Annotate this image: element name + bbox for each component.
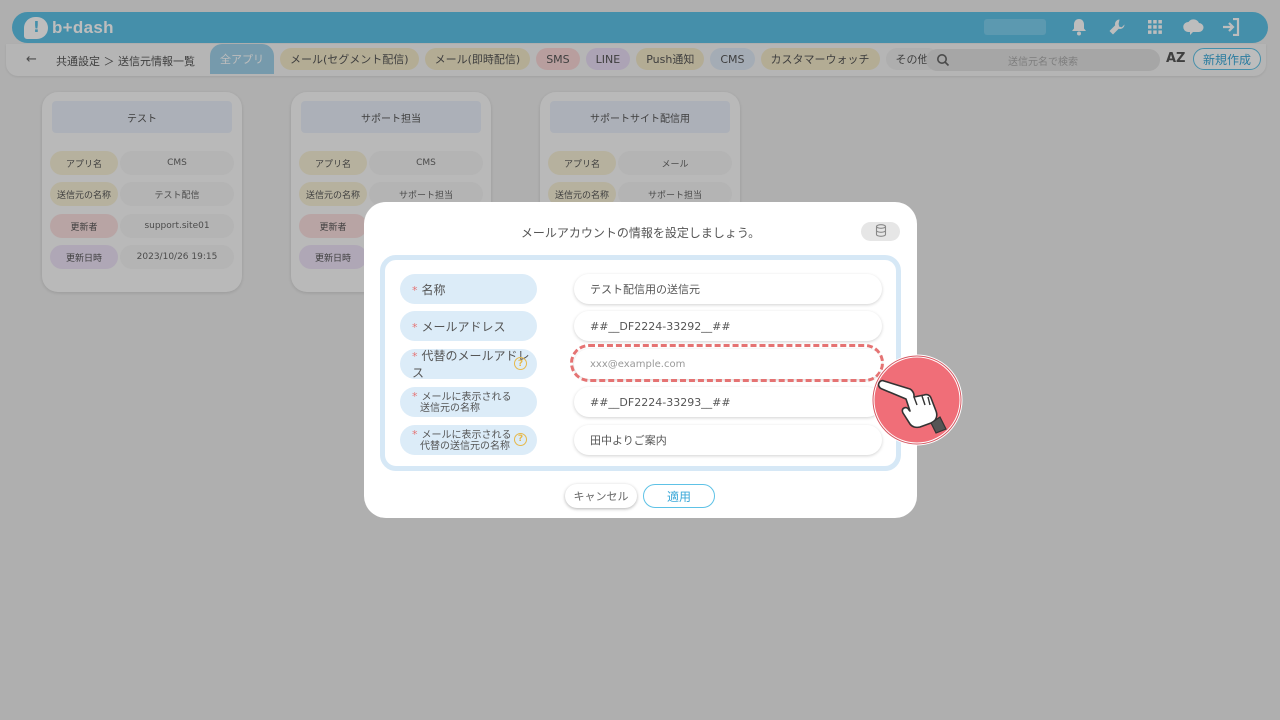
field-label: * メールに表示される 送信元の名称 — [400, 387, 537, 417]
field-label-text-line2: 代替の送信元の名称 — [420, 440, 510, 452]
field-label-text-line1: メールに表示される — [421, 429, 512, 441]
apply-button[interactable]: 適用 — [643, 484, 715, 508]
form-row-name: * 名称 テスト配信用の送信元 — [400, 274, 900, 304]
alt-display-name-field[interactable]: 田中よりご案内 — [574, 425, 882, 455]
name-field[interactable]: テスト配信用の送信元 — [574, 274, 882, 304]
field-label: * メールに表示される 代替の送信元の名称 ? — [400, 425, 537, 455]
form-row-display-name: * メールに表示される 送信元の名称 ##__DF2224-33293__## — [400, 387, 900, 417]
email-field[interactable]: ##__DF2224-33292__## — [574, 311, 882, 341]
cancel-button[interactable]: キャンセル — [565, 484, 637, 508]
required-mark: * — [412, 427, 418, 441]
field-label-text: メールアドレス — [421, 319, 506, 334]
required-mark: * — [412, 283, 418, 297]
field-label-text-line1: メールに表示される — [421, 391, 512, 403]
field-label-text: 名称 — [421, 282, 446, 297]
field-label: * メールアドレス — [400, 311, 537, 341]
database-icon — [875, 222, 887, 241]
database-button[interactable] — [861, 222, 900, 241]
help-icon[interactable]: ? — [514, 357, 527, 370]
highlight-dashed-outline — [570, 344, 884, 382]
required-mark: * — [412, 320, 418, 334]
field-label-text: 代替のメールアドレス — [412, 349, 530, 380]
modal-title: メールアカウントの情報を設定しましょう。 — [520, 226, 761, 240]
form-row-alt-display-name: * メールに表示される 代替の送信元の名称 ? 田中よりご案内 — [400, 425, 900, 455]
mail-account-modal: メールアカウントの情報を設定しましょう。 * 名称 テスト配信用の送信元 * メール… — [364, 202, 917, 518]
field-label: * 代替のメールアドレス ? — [400, 349, 537, 380]
required-mark: * — [412, 350, 418, 363]
help-icon[interactable]: ? — [514, 433, 527, 446]
field-label-text-line2: 送信元の名称 — [420, 402, 480, 414]
field-label: * 名称 — [400, 274, 537, 304]
display-name-field[interactable]: ##__DF2224-33293__## — [574, 387, 882, 417]
form-row-email: * メールアドレス ##__DF2224-33292__## — [400, 311, 900, 341]
required-mark: * — [412, 389, 418, 403]
pointing-hand-icon — [870, 353, 964, 447]
